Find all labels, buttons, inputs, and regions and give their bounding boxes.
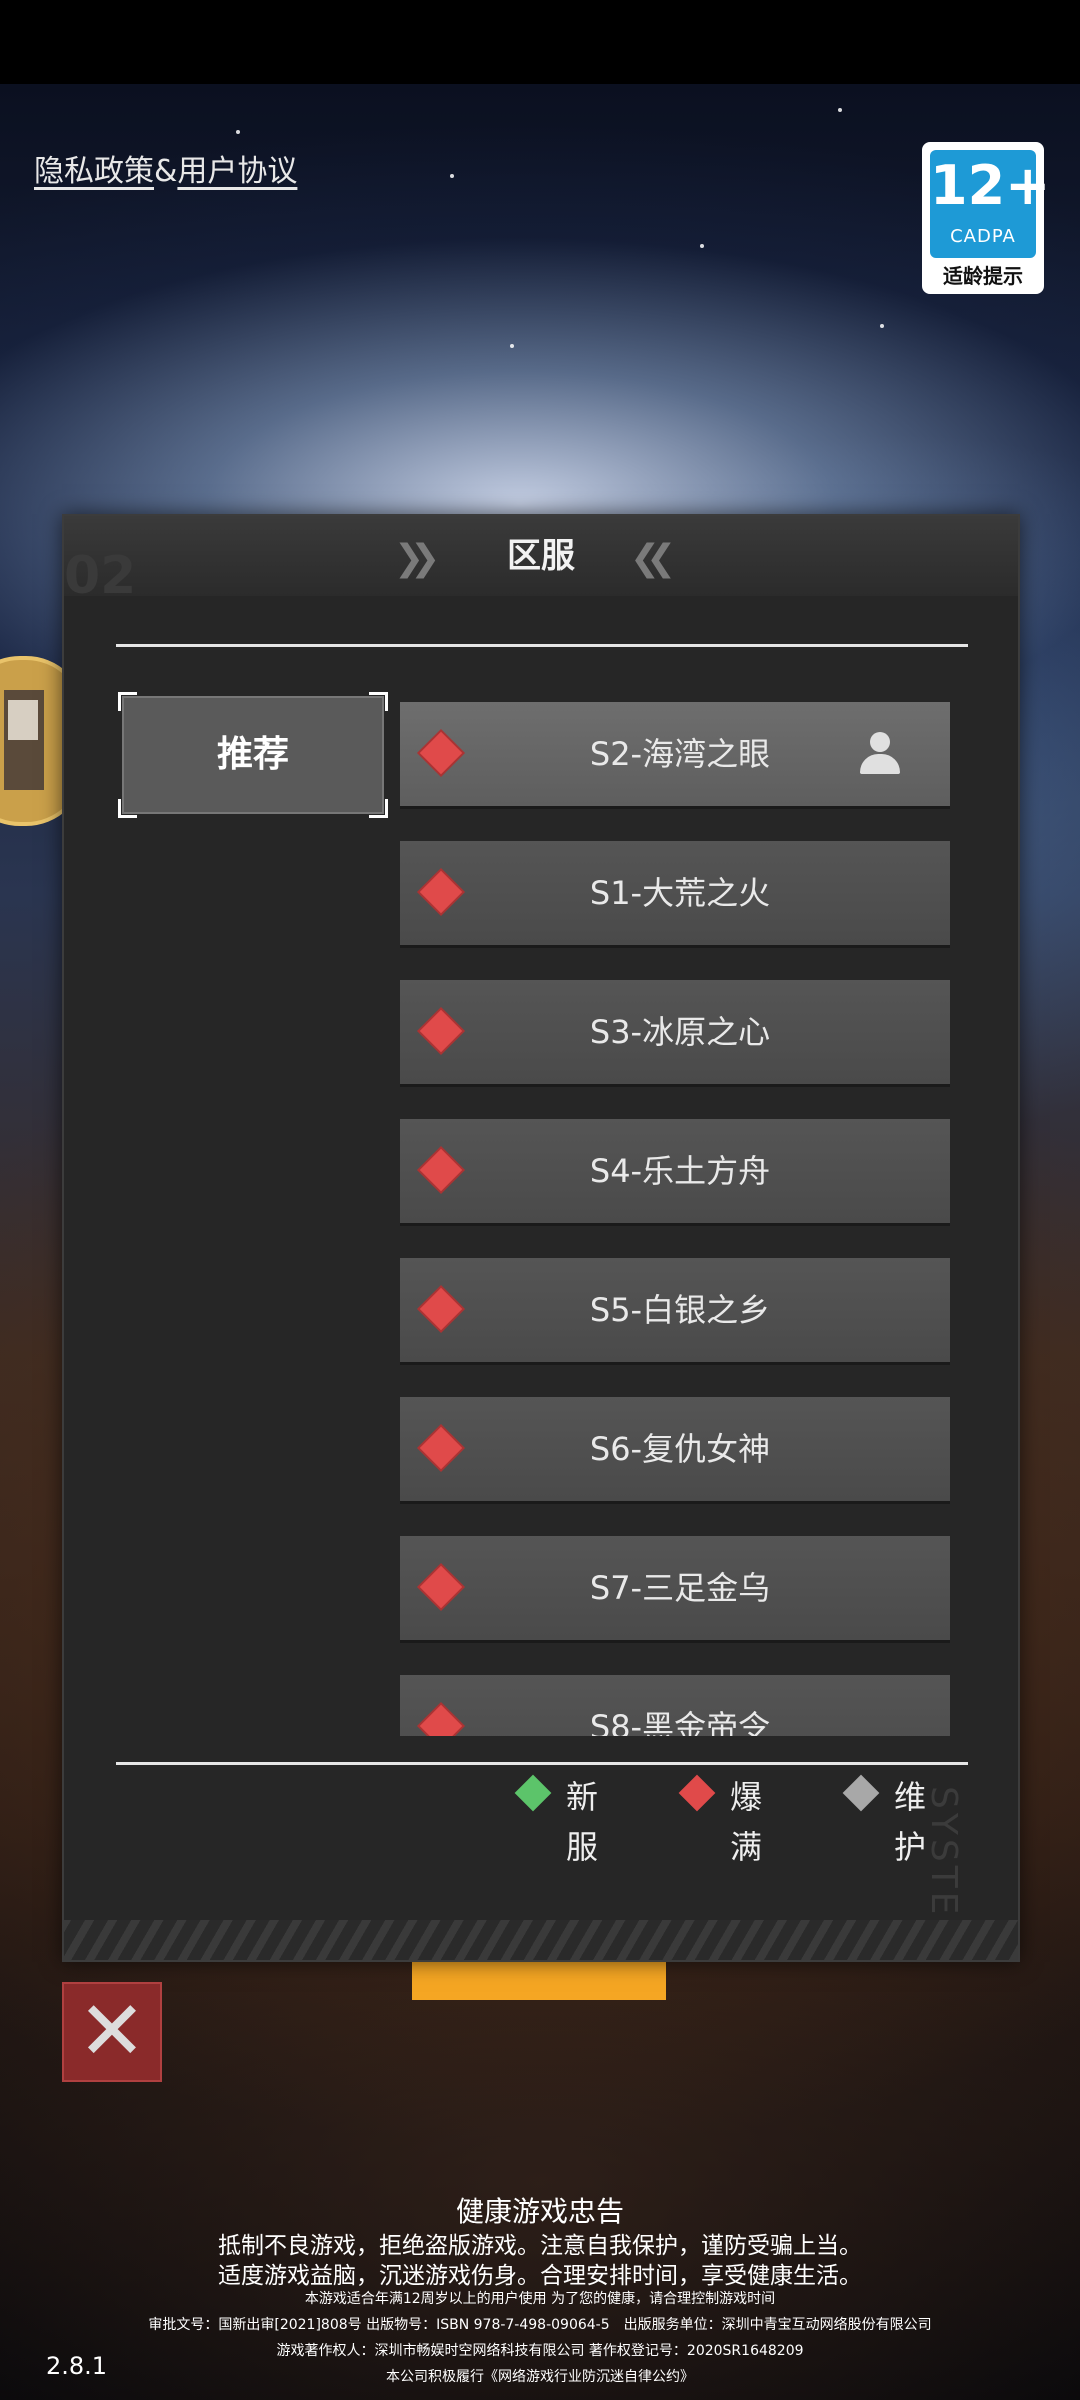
legend-maintenance-label: 维护 xyxy=(894,1778,927,1866)
panel-footer-stripes xyxy=(64,1920,1018,1960)
server-name: S8-黑金帝令 xyxy=(589,1708,771,1736)
policy-links: 隐私政策&用户协议 xyxy=(34,146,297,190)
server-name: S4-乐土方舟 xyxy=(589,1152,771,1190)
status-bar xyxy=(0,0,1080,84)
links-separator: & xyxy=(154,154,178,189)
server-name: S1-大荒之火 xyxy=(589,874,771,912)
star xyxy=(880,324,884,328)
user-icon xyxy=(860,732,900,776)
status-full-icon xyxy=(678,1774,716,1812)
server-item[interactable]: S6-复仇女神 xyxy=(400,1397,950,1501)
server-item[interactable]: S8-黑金帝令 xyxy=(400,1675,950,1736)
health-advice-heading: 健康游戏忠告 xyxy=(455,2195,624,2228)
age-rating-tip: 适龄提示 xyxy=(943,264,1023,288)
legend-full-label: 爆满 xyxy=(730,1778,763,1866)
avatar-figure-detail xyxy=(8,700,38,740)
age-rating-badge[interactable]: 12+ CADPA 适龄提示 xyxy=(922,142,1051,294)
tab-recommended-label: 推荐 xyxy=(216,734,289,775)
star xyxy=(510,344,514,348)
approval-info: 审批文号：国新出审[2021]808号 出版物号：ISBN 978-7-498-… xyxy=(148,2317,932,2333)
status-full-icon xyxy=(419,1565,463,1609)
tab-recommended[interactable]: 推荐 xyxy=(118,692,388,818)
age-rating-top: 12+ CADPA xyxy=(930,150,1051,258)
status-full-icon xyxy=(419,1009,463,1053)
server-name: S7-三足金乌 xyxy=(589,1569,771,1607)
age-rating-org: CADPA xyxy=(950,226,1016,247)
server-item[interactable]: S5-白银之乡 xyxy=(400,1258,950,1362)
status-new-icon xyxy=(514,1774,552,1812)
server-name: S2-海湾之眼 xyxy=(589,735,771,773)
panel-title: 区服 xyxy=(507,536,575,576)
health-advice-line-1: 抵制不良游戏，拒绝盗版游戏。注意自我保护，谨防受骗上当。 xyxy=(218,2233,862,2259)
legend-new-label: 新服 xyxy=(566,1778,599,1866)
star xyxy=(450,174,454,178)
status-maintenance-icon xyxy=(842,1774,880,1812)
server-item[interactable]: S1-大荒之火 xyxy=(400,841,950,945)
anti-addiction-pledge: 本公司积极履行《网络游戏行业防沉迷自律公约》 xyxy=(386,2369,694,2385)
close-button[interactable]: ✕ xyxy=(62,1982,162,2082)
status-full-icon xyxy=(419,1426,463,1470)
server-select-panel: 02 ❯❯ 区服 ❮❮ 推荐 S2-海湾之眼 S1-大荒之火 S3-冰原之心 S… xyxy=(62,514,1020,1962)
server-item[interactable]: S3-冰原之心 xyxy=(400,980,950,1084)
server-item[interactable]: S7-三足金乌 xyxy=(400,1536,950,1640)
status-full-icon xyxy=(419,870,463,914)
health-advice-line-2: 适度游戏益脑，沉迷游戏伤身。合理安排时间，享受健康生活。 xyxy=(218,2263,862,2289)
chevron-left-icon: ❮❮ xyxy=(630,538,676,579)
server-name: S6-复仇女神 xyxy=(589,1430,771,1468)
bottom-divider xyxy=(116,1762,968,1765)
server-item[interactable]: S2-海湾之眼 xyxy=(400,702,950,806)
top-divider xyxy=(116,644,968,647)
star xyxy=(838,108,842,112)
server-item[interactable]: S4-乐土方舟 xyxy=(400,1119,950,1223)
server-list[interactable]: S2-海湾之眼 S1-大荒之火 S3-冰原之心 S4-乐土方舟 S5-白银之乡 … xyxy=(400,702,984,1736)
status-full-icon xyxy=(419,1704,463,1736)
version-label: 2.8.1 xyxy=(46,2352,108,2380)
star xyxy=(700,244,704,248)
age-rating-number: 12+ xyxy=(930,154,1051,217)
privacy-policy-link[interactable]: 隐私政策 xyxy=(34,146,154,190)
status-full-icon xyxy=(419,1287,463,1331)
server-name: S3-冰原之心 xyxy=(589,1013,771,1051)
age-notice: 本游戏适合年满12周岁以上的用户使用 为了您的健康，请合理控制游戏时间 xyxy=(304,2291,776,2307)
copyright-info: 游戏著作权人：深圳市畅娱时空网络科技有限公司 著作权登记号：2020SR1648… xyxy=(276,2343,804,2359)
panel-header: 02 ❯❯ 区服 ❮❮ xyxy=(64,516,1018,606)
close-icon: ✕ xyxy=(77,1984,147,2079)
server-name: S5-白银之乡 xyxy=(589,1291,771,1329)
status-full-icon xyxy=(419,1148,463,1192)
user-agreement-link[interactable]: 用户协议 xyxy=(177,146,297,190)
status-full-icon xyxy=(419,731,463,775)
star xyxy=(236,130,240,134)
